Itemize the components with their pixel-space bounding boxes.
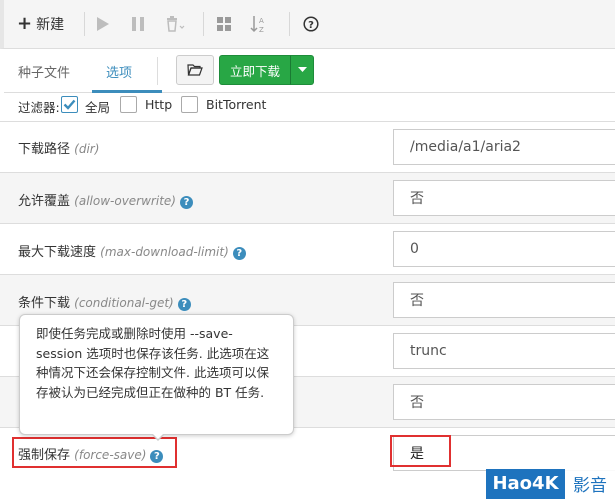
help-icon[interactable]: ? <box>179 196 193 209</box>
help-button[interactable]: ? <box>303 13 319 35</box>
svg-text:A: A <box>259 17 264 25</box>
filter-label: 过滤器: <box>18 100 60 115</box>
help-icon[interactable]: ? <box>232 247 246 260</box>
highlight-force-save-label <box>12 437 177 468</box>
watermark-brand: Hao4K <box>486 468 565 499</box>
delete-button[interactable] <box>165 13 185 35</box>
filter-global-label: 全局 <box>85 100 111 115</box>
svg-text:?: ? <box>308 20 314 31</box>
tab-torrent-files[interactable]: 种子文件 <box>18 62 70 81</box>
file-allocation-select[interactable]: trunc <box>393 333 615 369</box>
tab-divider <box>157 57 158 85</box>
new-button[interactable]: + 新建 <box>17 13 64 35</box>
pause-icon <box>132 17 144 31</box>
toolbar-divider <box>289 12 290 36</box>
grid-icon <box>217 17 231 31</box>
caret-down-icon <box>297 67 307 72</box>
svg-text:Z: Z <box>259 26 264 33</box>
option-label: 条件下载 (conditional-get)? <box>18 292 191 311</box>
dir-input[interactable]: /media/a1/aria2 <box>393 129 615 165</box>
option-row-dir: 下载路径 (dir) /media/a1/aria2 <box>0 121 615 172</box>
watermark: Hao4K 影音 <box>486 468 615 499</box>
help-icon[interactable]: ? <box>177 298 191 311</box>
question-circle-icon: ? <box>303 16 319 32</box>
filter-http-checkbox[interactable] <box>120 96 137 113</box>
option-label: 最大下载速度 (max-download-limit)? <box>18 241 246 260</box>
tooltip-text: 即使任务完成或删除时使用 --save-session 选项时也保存该任务. 此… <box>36 326 270 400</box>
pause-button[interactable] <box>131 13 145 35</box>
open-folder-button[interactable] <box>176 55 214 85</box>
toolbar: + 新建 AZ ? <box>0 0 615 49</box>
sort-button[interactable]: AZ <box>250 13 270 35</box>
start-button[interactable] <box>96 13 110 35</box>
toolbar-divider <box>203 12 204 36</box>
filter-global-checkbox[interactable] <box>61 96 78 113</box>
highlight-force-save-value <box>390 435 451 467</box>
download-now-button[interactable]: 立即下载 <box>219 55 291 85</box>
plus-icon: + <box>17 13 33 34</box>
max-download-limit-input[interactable]: 0 <box>393 231 615 267</box>
option-label: 允许覆盖 (allow-overwrite)? <box>18 190 193 209</box>
option-label: 下载路径 (dir) <box>18 142 100 157</box>
filter-bittorrent-checkbox[interactable] <box>181 96 198 113</box>
help-tooltip: 即使任务完成或删除时使用 --save-session 选项时也保存该任务. 此… <box>19 314 294 435</box>
watermark-suffix: 影音 <box>565 468 615 499</box>
trash-icon <box>167 16 185 32</box>
option-row-max-download-limit: 最大下载速度 (max-download-limit)? 0 <box>0 223 615 274</box>
tab-bar: 种子文件 选项 立即下载 <box>4 49 615 93</box>
allow-overwrite-select[interactable]: 否 <box>393 180 615 216</box>
play-icon <box>97 17 109 31</box>
download-options-dropdown[interactable] <box>290 55 314 85</box>
toolbar-divider <box>84 12 85 36</box>
new-button-label: 新建 <box>36 17 65 33</box>
filter-bar: 过滤器: 全局 Http BitTorrent <box>4 93 615 121</box>
select-all-button[interactable] <box>216 13 232 35</box>
tooltip-arrow-inner <box>152 433 164 439</box>
filter-bittorrent-label: BitTorrent <box>206 97 267 112</box>
tab-options[interactable]: 选项 <box>106 62 132 81</box>
checkmark-icon <box>63 99 76 110</box>
sort-alpha-icon: AZ <box>250 16 264 33</box>
folder-open-icon <box>187 64 203 76</box>
conditional-get-select[interactable]: 否 <box>393 282 615 318</box>
option-select[interactable]: 否 <box>393 384 615 420</box>
option-row-allow-overwrite: 允许覆盖 (allow-overwrite)? 否 <box>0 172 615 223</box>
filter-http-label: Http <box>145 97 173 112</box>
